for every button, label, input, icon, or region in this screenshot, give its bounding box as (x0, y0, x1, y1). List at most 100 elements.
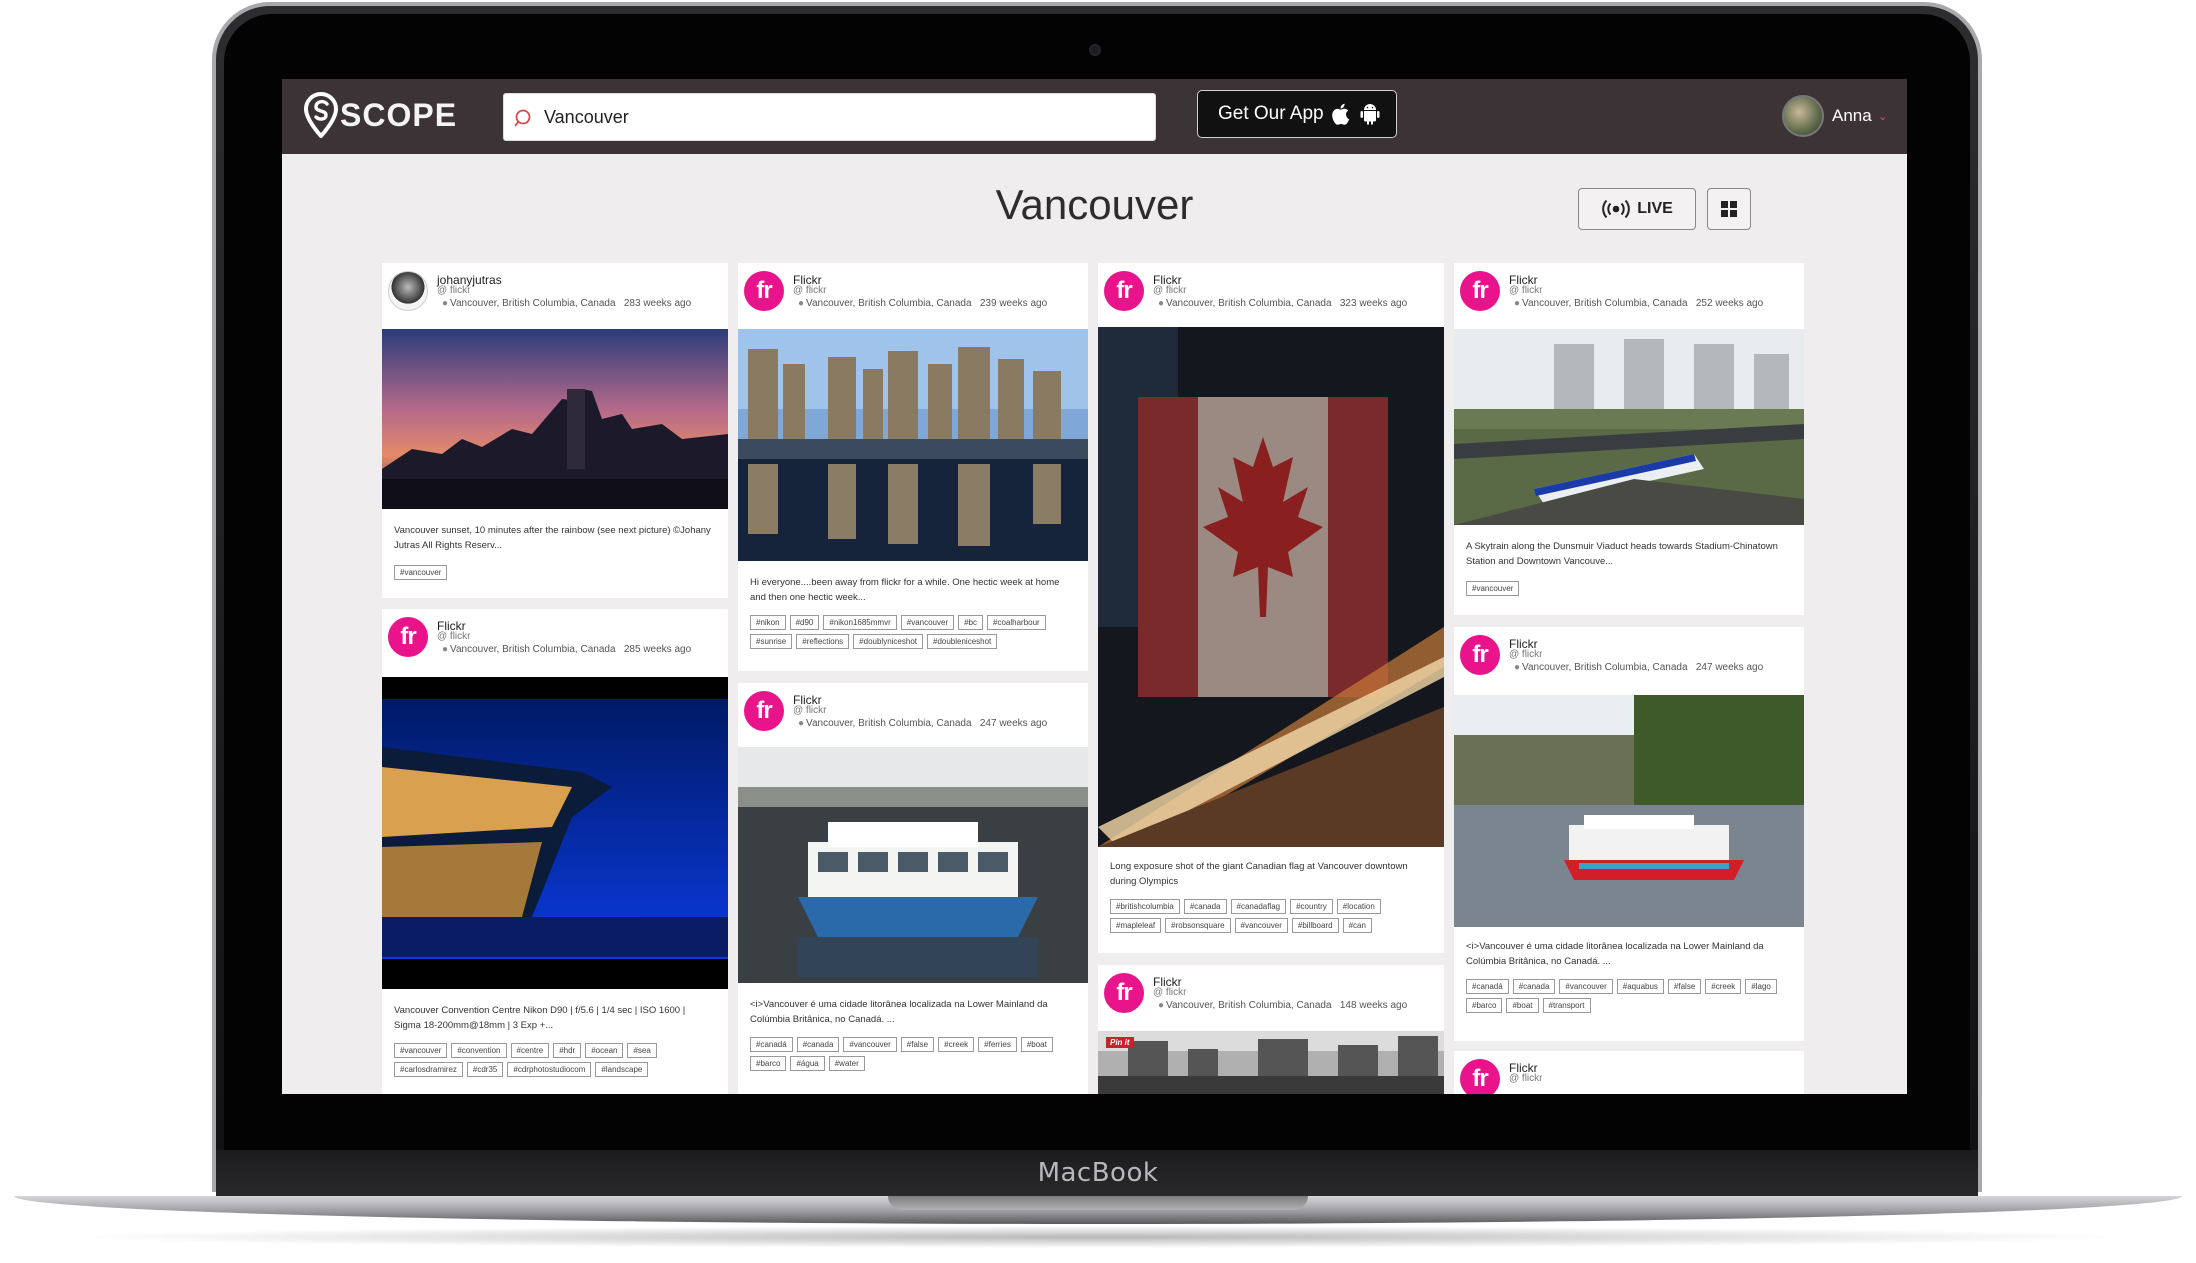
post-photo-false-creek-ferry[interactable] (738, 747, 1088, 983)
tag[interactable]: #mapleleaf (1110, 918, 1162, 933)
tag[interactable]: #billboard (1291, 918, 1339, 933)
tag[interactable]: #vancouver (900, 615, 955, 630)
card-header: fr Flickr @ flickr ● Vancouver, British C… (738, 683, 1088, 751)
post-card[interactable]: fr Flickr @ flickr ● Vancouver, British C… (1098, 263, 1444, 953)
chevron-down-icon: ⌄ (1877, 109, 1888, 123)
post-card[interactable]: fr Flickr @ flickr (1454, 1051, 1804, 1094)
post-photo-aquabus[interactable] (1454, 695, 1804, 927)
search-input[interactable] (544, 94, 1144, 140)
map-pin-icon: ● (442, 298, 449, 309)
tag[interactable]: #landscape (595, 1062, 649, 1077)
tag[interactable]: #canadaflag (1230, 899, 1287, 914)
tag[interactable]: #doublyniceshot (853, 634, 923, 649)
post-card[interactable]: fr Flickr @ flickr ● Vancouver, British C… (1454, 627, 1804, 1041)
tag[interactable]: #ocean (585, 1043, 624, 1058)
post-card[interactable]: fr Flickr @ flickr ● Vancouver, British C… (1454, 263, 1804, 615)
card-handle: @ flickr (1509, 1073, 1543, 1084)
tag[interactable]: #canadá (750, 1037, 793, 1052)
tag[interactable]: #reflections (796, 634, 850, 649)
tag[interactable]: #vancouver (394, 565, 448, 580)
tag[interactable]: #aquabus (1616, 979, 1664, 994)
post-photo-city-bw[interactable]: Pin it (1098, 1031, 1444, 1094)
tag[interactable]: #britishcolumbia (1110, 899, 1180, 914)
tag[interactable]: #creek (1705, 979, 1742, 994)
tag[interactable]: #nikon1685mmvr (823, 615, 897, 630)
tag[interactable]: #boat (1020, 1037, 1053, 1052)
post-photo-convention-centre[interactable] (382, 677, 728, 989)
post-card[interactable]: fr Flickr @ flickr ● Vancouver, British C… (738, 263, 1088, 671)
tag[interactable]: #água (790, 1056, 825, 1071)
laptop-frame: MacBook SCOPE Vancouver Get Our App Anna… (0, 0, 2196, 1263)
tag[interactable]: #barco (750, 1056, 787, 1071)
tag[interactable]: #vancouver (1466, 581, 1520, 596)
tag[interactable]: #canada (1512, 979, 1556, 994)
tag-list: #vancouver (394, 565, 712, 584)
tag[interactable]: #ferries (978, 1037, 1017, 1052)
search-icon (514, 109, 531, 127)
tag[interactable]: #sea (627, 1043, 657, 1058)
map-pin-icon: ● (442, 644, 449, 655)
tag[interactable]: #convention (451, 1043, 507, 1058)
pinterest-badge[interactable]: Pin it (1106, 1037, 1134, 1048)
tag[interactable]: #vancouver (394, 1043, 448, 1058)
card-header: fr Flickr @ flickr ● Vancouver, British C… (1098, 965, 1444, 1033)
post-photo-sunset-skyline[interactable] (382, 329, 728, 509)
live-button[interactable]: LIVE (1578, 188, 1696, 230)
tag[interactable]: #can (1342, 918, 1372, 933)
scope-logo[interactable]: SCOPE (303, 91, 458, 139)
card-location: ● Vancouver, British Columbia, Canada 283… (442, 298, 692, 309)
flickr-icon: fr (1104, 973, 1144, 1013)
tag[interactable]: #lago (1745, 979, 1777, 994)
tag[interactable]: #nikon (750, 615, 786, 630)
post-card[interactable]: fr Flickr @ flickr ● Vancouver, British C… (1098, 965, 1444, 1094)
grid-view-button[interactable] (1707, 188, 1751, 230)
user-menu[interactable]: Anna ⌄ (1782, 95, 1888, 137)
post-card[interactable]: fr Flickr @ flickr ● Vancouver, British C… (738, 683, 1088, 1094)
tag[interactable]: #creek (938, 1037, 975, 1052)
card-location: ● Vancouver, British Columbia, Canada 247… (798, 718, 1048, 729)
post-photo-coal-harbour[interactable] (738, 329, 1088, 561)
tag[interactable]: #robsonsquare (1165, 918, 1231, 933)
tag[interactable]: #false (900, 1037, 935, 1052)
tag[interactable]: #transport (1542, 998, 1591, 1013)
tag[interactable]: #country (1290, 899, 1333, 914)
tag[interactable]: #centre (510, 1043, 550, 1058)
tag[interactable]: #hdr (553, 1043, 582, 1058)
device-label: MacBook (1037, 1158, 1159, 1188)
tag[interactable]: #cdr35 (466, 1062, 504, 1077)
tag[interactable]: #canada (1183, 899, 1227, 914)
tag[interactable]: #bc (958, 615, 984, 630)
card-header: johanyjutras @ flickr ● Vancouver, Britis… (382, 263, 728, 331)
tag[interactable]: #coalharbour (987, 615, 1046, 630)
tag[interactable]: #d90 (789, 615, 820, 630)
tag[interactable]: #vancouver (1559, 979, 1613, 994)
search-box[interactable] (503, 93, 1156, 141)
tag-list: #vancouver #convention #centre #hdr #oce… (394, 1043, 712, 1081)
card-caption: Long exposure shot of the giant Canadian… (1110, 861, 1408, 887)
tag[interactable]: #barco (1466, 998, 1503, 1013)
tag[interactable]: #boat (1506, 998, 1539, 1013)
tag[interactable]: #false (1667, 979, 1702, 994)
avatar (1782, 95, 1824, 137)
card-location: ● Vancouver, British Columbia, Canada 239… (798, 298, 1048, 309)
post-card[interactable]: johanyjutras @ flickr ● Vancouver, Britis… (382, 263, 728, 598)
tag[interactable]: #canadá (1466, 979, 1509, 994)
map-pin-icon: ● (798, 718, 805, 729)
tag[interactable]: #location (1336, 899, 1381, 914)
tag[interactable]: #carlosdramirez (394, 1062, 463, 1077)
tag[interactable]: #sunrise (750, 634, 793, 649)
post-card[interactable]: fr Flickr @ flickr ● Vancouver, British C… (382, 609, 728, 1094)
tag[interactable]: #cdrphotostudiocom (507, 1062, 592, 1077)
post-photo-canadian-flag[interactable] (1098, 327, 1444, 847)
tag[interactable]: #doubleniceshot (927, 634, 998, 649)
tag[interactable]: #vancouver (1234, 918, 1288, 933)
card-location: ● Vancouver, British Columbia, Canada 252… (1514, 298, 1764, 309)
tag[interactable]: #canada (796, 1037, 840, 1052)
post-photo-skytrain[interactable] (1454, 329, 1804, 525)
card-handle: @ flickr (437, 285, 471, 296)
tag[interactable]: #water (828, 1056, 865, 1071)
card-handle: @ flickr (1153, 285, 1187, 296)
logo-text: SCOPE (340, 96, 458, 133)
get-app-button[interactable]: Get Our App (1197, 90, 1397, 138)
tag[interactable]: #vancouver (843, 1037, 897, 1052)
